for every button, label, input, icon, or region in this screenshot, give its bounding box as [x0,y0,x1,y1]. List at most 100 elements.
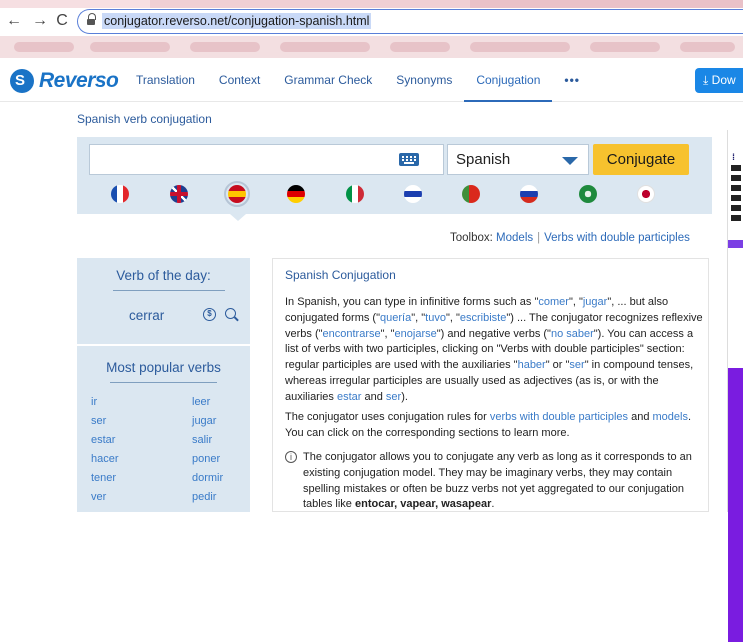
inline-verb-link[interactable]: haber [518,359,546,371]
breadcrumb[interactable]: Spanish verb conjugation [77,112,212,126]
browser-tab[interactable] [0,0,150,8]
bookmark-item[interactable] [680,42,735,52]
bookmark-item[interactable] [390,42,450,52]
double-participles-link[interactable]: Verbs with double participles [544,232,690,244]
inline-verb-link[interactable]: estar [337,391,361,403]
browser-tab-strip [0,0,743,8]
keyboard-icon[interactable] [399,153,419,166]
inline-verb-link[interactable]: ser [569,359,584,371]
conjugate-button[interactable]: Conjugate [593,144,689,175]
bookmark-item[interactable] [90,42,170,52]
bookmarks-bar [0,36,743,58]
browser-tab[interactable] [470,0,743,8]
download-label: Dow [711,73,736,87]
flag-french-icon[interactable] [111,185,129,203]
divider [110,382,217,383]
inline-verb-link[interactable]: ser [386,391,401,403]
nav-more-icon[interactable]: ••• [552,58,592,102]
popular-verb-link[interactable]: ser [91,415,106,427]
inline-verb-link[interactable]: tuvo [425,312,446,324]
popular-verb-link[interactable]: poner [192,453,220,465]
download-button[interactable]: ⤓ Dow [695,68,743,93]
popular-verb-link[interactable]: tener [91,472,116,484]
flag-hebrew-icon[interactable] [404,185,422,203]
flag-japanese-icon[interactable] [637,185,655,203]
chevron-down-icon [562,157,578,165]
bookmark-item[interactable] [470,42,570,52]
advertisement[interactable]: ⁞ [727,130,743,642]
speaker-icon[interactable]: $ [203,308,216,321]
article-paragraph: In Spanish, you can type in infinitive f… [285,296,703,403]
article-paragraph: The conjugator uses conjugation rules fo… [285,411,692,439]
bookmark-item[interactable] [190,42,260,52]
address-bar[interactable]: conjugator.reverso.net/conjugation-spani… [77,9,743,34]
reverso-logo[interactable]: S Reverso [10,68,119,94]
ad-band [728,240,743,248]
inline-verb-link[interactable]: comer [538,296,569,308]
language-select-value: Spanish [456,151,511,168]
bold-example-verbs: entocar, vapear, wasapear [354,498,492,511]
popular-verbs-heading: Most popular verbs [106,360,221,375]
verb-input[interactable] [89,144,444,175]
article-title: Spanish Conjugation [285,268,396,282]
ad-logo: ⁞ [732,152,735,162]
flag-italian-icon[interactable] [346,185,364,203]
search-icon[interactable] [225,308,236,319]
inline-verb-link[interactable]: jugar [583,296,607,308]
ad-banner [728,368,743,642]
nav-grammar-check[interactable]: Grammar Check [272,58,384,102]
inline-verb-link[interactable]: no saber [551,328,594,340]
inline-verb-link[interactable]: escribiste [460,312,506,324]
lock-icon [87,13,96,26]
verb-of-the-day: Verb of the day: cerrar $ [77,258,250,344]
inline-verb-link[interactable]: quería [380,312,411,324]
flag-english-icon[interactable] [170,185,188,203]
popular-verb-link[interactable]: hacer [91,453,119,465]
forward-icon[interactable]: → [30,11,50,31]
bookmark-item[interactable] [280,42,370,52]
divider [113,290,225,291]
toolbox: Toolbox: Models | Verbs with double partic… [450,232,690,244]
popular-verb-link[interactable]: pedir [192,491,216,503]
verb-of-the-day-heading: Verb of the day: [116,268,211,283]
site-header: S Reverso Translation Context Grammar Ch… [0,58,743,102]
article-paragraph: The conjugator allows you to conjugate a… [303,451,692,511]
ad-graphic [731,165,741,225]
conjugation-article: Spanish Conjugation In Spanish, you can … [272,258,709,512]
flag-spanish-icon[interactable] [224,181,250,207]
nav-translation[interactable]: Translation [124,58,207,102]
models-link[interactable]: Models [496,232,533,244]
address-text[interactable]: conjugator.reverso.net/conjugation-spani… [102,13,372,29]
back-icon[interactable]: ← [4,11,24,31]
inline-verb-link[interactable]: encontrarse [323,328,381,340]
bookmark-item[interactable] [14,42,74,52]
inline-verb-link[interactable]: verbs with double participles [490,411,628,423]
reload-icon[interactable]: C [52,11,72,31]
bookmark-item[interactable] [590,42,660,52]
popular-verb-link[interactable]: ver [91,491,106,503]
popular-verb-link[interactable]: ir [91,396,97,408]
popular-verb-link[interactable]: dormir [192,472,223,484]
language-select[interactable]: Spanish [447,144,589,175]
toolbox-separator: | [537,232,541,244]
flag-arabic-icon[interactable] [579,185,597,203]
flag-russian-icon[interactable] [520,185,538,203]
inline-verb-link[interactable]: models [653,411,688,423]
nav-context[interactable]: Context [207,58,272,102]
verb-of-the-day-link[interactable]: cerrar [129,308,164,323]
nav-conjugation[interactable]: Conjugation [464,58,553,102]
popular-verb-link[interactable]: jugar [192,415,216,427]
flag-portuguese-icon[interactable] [462,185,480,203]
popular-verb-link[interactable]: leer [192,396,210,408]
toolbox-label: Toolbox: [450,232,493,244]
inline-verb-link[interactable]: enojarse [395,328,437,340]
main-nav: Translation Context Grammar Check Synony… [124,58,592,102]
download-icon: ⤓ [703,73,709,87]
popular-verb-link[interactable]: estar [91,434,115,446]
info-icon: i [285,451,297,463]
popular-verbs: Most popular verbs ir ser estar hacer tener v… [77,346,250,512]
selected-language-pointer [230,214,246,221]
nav-synonyms[interactable]: Synonyms [384,58,464,102]
flag-german-icon[interactable] [287,185,305,203]
popular-verb-link[interactable]: salir [192,434,212,446]
